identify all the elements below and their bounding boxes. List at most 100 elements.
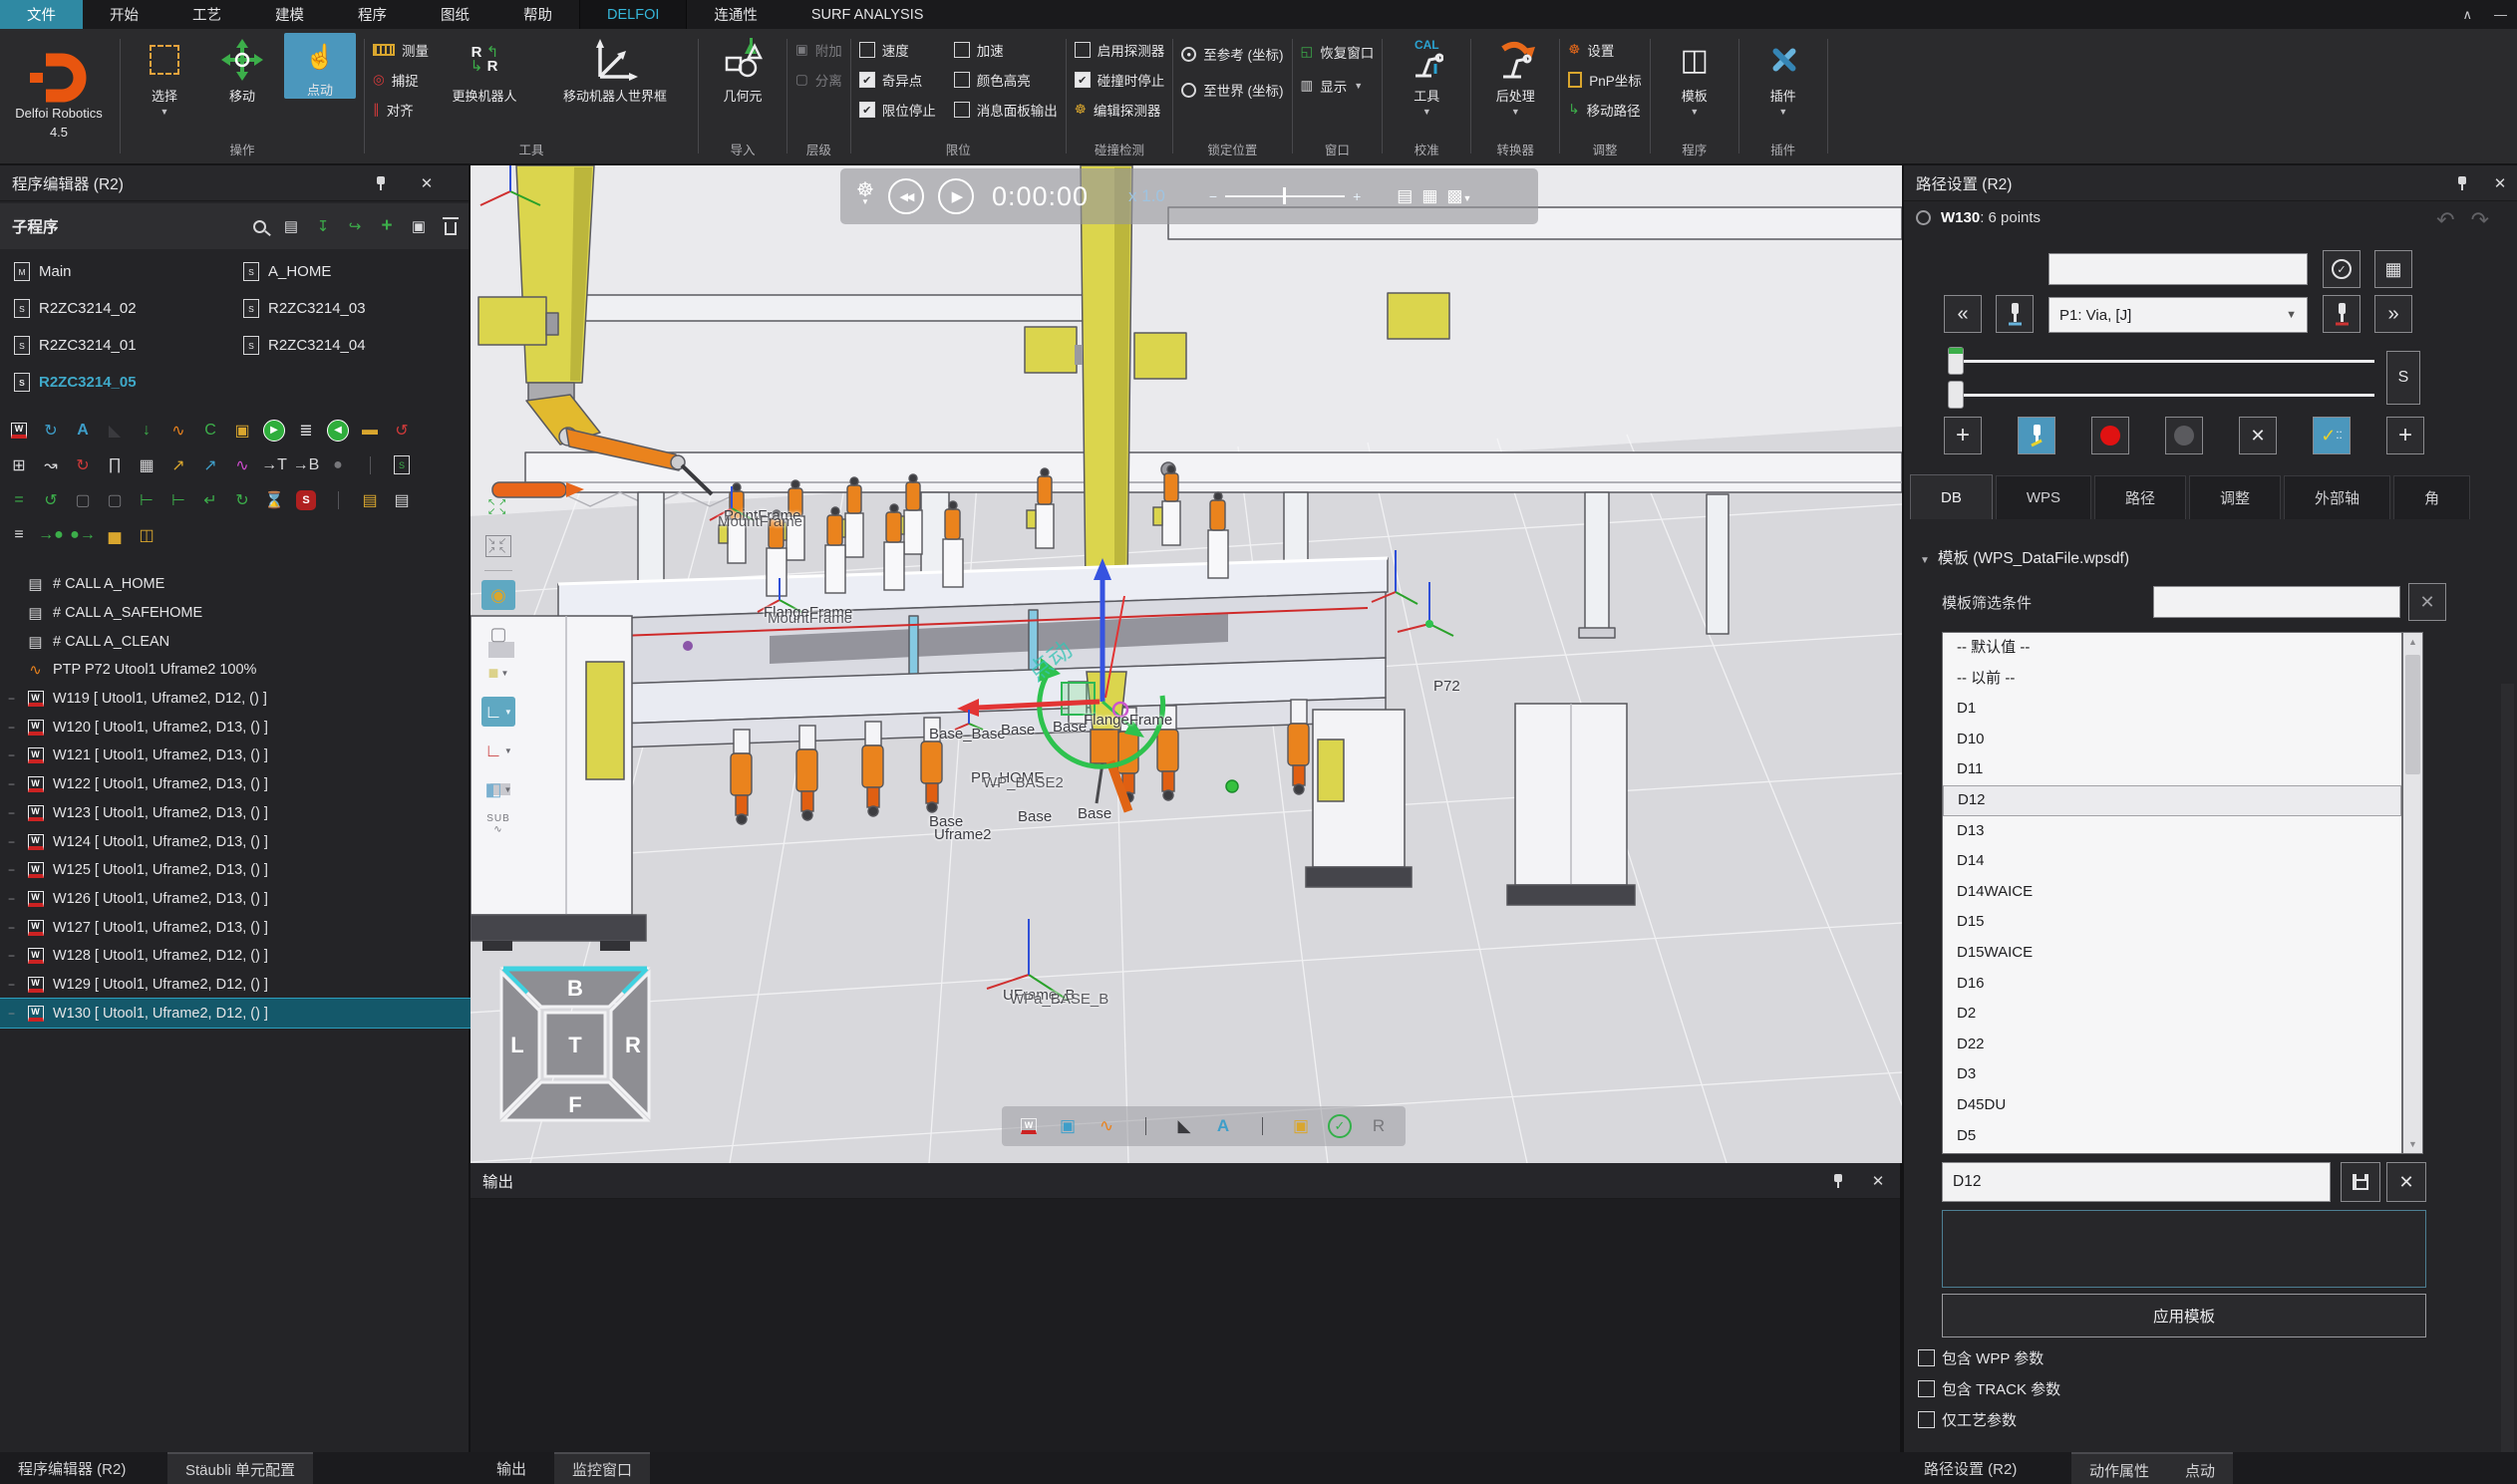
- label-view-icon[interactable]: A: [1210, 1113, 1236, 1139]
- robot-view-icon[interactable]: R: [1366, 1113, 1392, 1139]
- clear-filter-button[interactable]: ✕: [2408, 583, 2446, 621]
- redo-icon[interactable]: ↷: [2471, 207, 2489, 233]
- limit-checkbox[interactable]: ✔ 限位停止: [859, 97, 936, 123]
- template-option-checkbox[interactable]: 包含 TRACK 参数: [1918, 1376, 2060, 1400]
- subprogram-doc-icon[interactable]: S: [387, 451, 417, 479]
- branch-out-icon[interactable]: ⊢: [163, 486, 193, 514]
- search-icon[interactable]: [249, 216, 269, 236]
- menu-item[interactable]: 图纸: [414, 0, 496, 29]
- menu-item[interactable]: 文件: [0, 0, 83, 29]
- template-item[interactable]: D13: [1943, 816, 2401, 847]
- menu-item[interactable]: 工艺: [165, 0, 248, 29]
- insert-point-icon[interactable]: ↓: [132, 417, 161, 445]
- collision-checkbox[interactable]: ✔ 碰撞时停止: [1075, 67, 1165, 93]
- delete-template-button[interactable]: ✕: [2386, 1162, 2426, 1202]
- tab-path-settings[interactable]: 路径设置 (R2): [1906, 1452, 2035, 1484]
- refresh-icon[interactable]: ↻: [227, 486, 257, 514]
- loop-icon[interactable]: ↺: [36, 486, 66, 514]
- scroll-down-icon[interactable]: ▼: [2403, 1135, 2422, 1153]
- tab-jog[interactable]: 点动: [2167, 1454, 2233, 1484]
- subprogram-item[interactable]: S R2ZC3214_03: [235, 290, 465, 327]
- limit-checkbox[interactable]: 加速: [954, 37, 1058, 63]
- path-raise-icon[interactable]: ↗: [163, 451, 193, 479]
- template-item[interactable]: D2: [1943, 999, 2401, 1030]
- divider[interactable]: [1132, 1113, 1158, 1139]
- template-button[interactable]: ◫ 模板▼: [1659, 33, 1730, 116]
- play-button[interactable]: ▶: [938, 178, 974, 214]
- template-item[interactable]: D22: [1943, 1030, 2401, 1060]
- grid-icon[interactable]: ⊞: [4, 451, 34, 479]
- box-icon[interactable]: ◫: [132, 521, 161, 549]
- sync-program-icon[interactable]: ↻: [36, 417, 66, 445]
- menu-item[interactable]: DELFOI: [579, 0, 687, 29]
- rewind-button[interactable]: ◀◀: [888, 178, 924, 214]
- validate-icon[interactable]: ▤: [281, 216, 301, 236]
- sphere-icon[interactable]: ●: [323, 451, 353, 479]
- path-settings-tab[interactable]: 外部轴: [2284, 475, 2390, 519]
- table-button[interactable]: ▦: [2374, 250, 2412, 288]
- subprogram-item[interactable]: S R2ZC3214_04: [235, 327, 465, 364]
- wireframe-cube-icon[interactable]: ▢: [481, 619, 515, 649]
- template-item[interactable]: D11: [1943, 754, 2401, 785]
- move-path-button[interactable]: ↳移动路径: [1568, 97, 1642, 123]
- program-statement[interactable]: − W W127 [ Utool1, Uframe2, D13, () ]: [0, 913, 471, 942]
- minimize-icon[interactable]: —: [2494, 7, 2507, 22]
- circular-move-icon[interactable]: C: [195, 417, 225, 445]
- circular-path-icon[interactable]: ↺: [387, 417, 417, 445]
- template-name-input[interactable]: D12: [1942, 1162, 2331, 1202]
- equal-speed-icon[interactable]: =: [4, 486, 34, 514]
- scroll-up-icon[interactable]: ▲: [2403, 633, 2422, 651]
- subprogram-item[interactable]: S R2ZC3214_01: [6, 327, 235, 364]
- paste-up-icon[interactable]: ▢: [68, 486, 98, 514]
- subprogram-item[interactable]: M Main: [6, 253, 235, 290]
- swap-robot-button[interactable]: R↰↳R 更换机器人: [435, 33, 534, 105]
- pin-icon[interactable]: [2452, 174, 2472, 192]
- postprocess-button[interactable]: 后处理▼: [1479, 33, 1551, 116]
- path-settings-tab[interactable]: 角: [2393, 475, 2470, 519]
- conveyor-icon[interactable]: ▬: [355, 417, 385, 445]
- template-item[interactable]: D1: [1943, 694, 2401, 725]
- template-scrollbar[interactable]: ▲ ▼: [2402, 632, 2423, 1154]
- close-icon[interactable]: ✕: [1868, 1172, 1888, 1190]
- add-point-end-button[interactable]: +: [2386, 417, 2424, 454]
- template-item[interactable]: D12: [1943, 785, 2401, 816]
- copy-icon[interactable]: ▣: [409, 216, 429, 236]
- trash-icon[interactable]: [441, 216, 461, 236]
- template-item[interactable]: D10: [1943, 725, 2401, 755]
- record-button[interactable]: [2091, 417, 2129, 454]
- measure-button[interactable]: 测量: [373, 37, 429, 63]
- slider-handle[interactable]: [1948, 381, 1964, 409]
- wait-icon[interactable]: ⌛: [259, 486, 289, 514]
- path-position-slider[interactable]: [1948, 347, 2374, 375]
- collapse-ribbon-icon[interactable]: ∧: [2462, 7, 2472, 23]
- path-settings-tab[interactable]: DB: [1910, 474, 1993, 519]
- menu-item[interactable]: 建模: [248, 0, 331, 29]
- menu-item[interactable]: 开始: [83, 0, 165, 29]
- step-button[interactable]: S: [2386, 351, 2420, 405]
- color-cube-icon[interactable]: ◧▼: [481, 774, 515, 804]
- divider[interactable]: [1249, 1113, 1275, 1139]
- simulate-play-icon[interactable]: ▶: [259, 417, 289, 445]
- program-statement[interactable]: − W W129 [ Utool1, Uframe2, D12, () ]: [0, 971, 471, 1000]
- path-settings-tab[interactable]: WPS: [1996, 475, 2091, 519]
- record-disabled-button[interactable]: [2165, 417, 2203, 454]
- point-group-radio[interactable]: [1916, 210, 1931, 225]
- select-point-icon[interactable]: W: [1016, 1113, 1042, 1139]
- geometry-button[interactable]: 几何元: [707, 33, 779, 105]
- point-dropdown[interactable]: P1: Via, [J]▼: [2048, 297, 2308, 333]
- limit-checkbox[interactable]: 消息面板输出: [954, 97, 1058, 123]
- plugins-button[interactable]: 插件▼: [1747, 33, 1819, 116]
- import-program-icon[interactable]: ↧: [313, 216, 333, 236]
- menu-item[interactable]: 连通性: [687, 0, 785, 29]
- solid-cube-icon[interactable]: ■▼: [481, 658, 515, 688]
- undo-icon[interactable]: ↶: [2436, 207, 2454, 233]
- program-statement[interactable]: − W W128 [ Utool1, Uframe2, D12, () ]: [0, 942, 471, 971]
- torch-down-button[interactable]: [2323, 295, 2360, 333]
- template-description[interactable]: [1942, 1210, 2426, 1288]
- path-curve-icon[interactable]: ∿: [227, 451, 257, 479]
- program-statement[interactable]: ▤ # CALL A_HOME: [0, 570, 471, 599]
- playback-settings-icon[interactable]: ☸▼: [856, 184, 874, 208]
- reverse-play-icon[interactable]: ◀: [323, 417, 353, 445]
- folder-icon[interactable]: ▦: [132, 451, 161, 479]
- restore-window-button[interactable]: ◱恢复窗口: [1301, 39, 1375, 65]
